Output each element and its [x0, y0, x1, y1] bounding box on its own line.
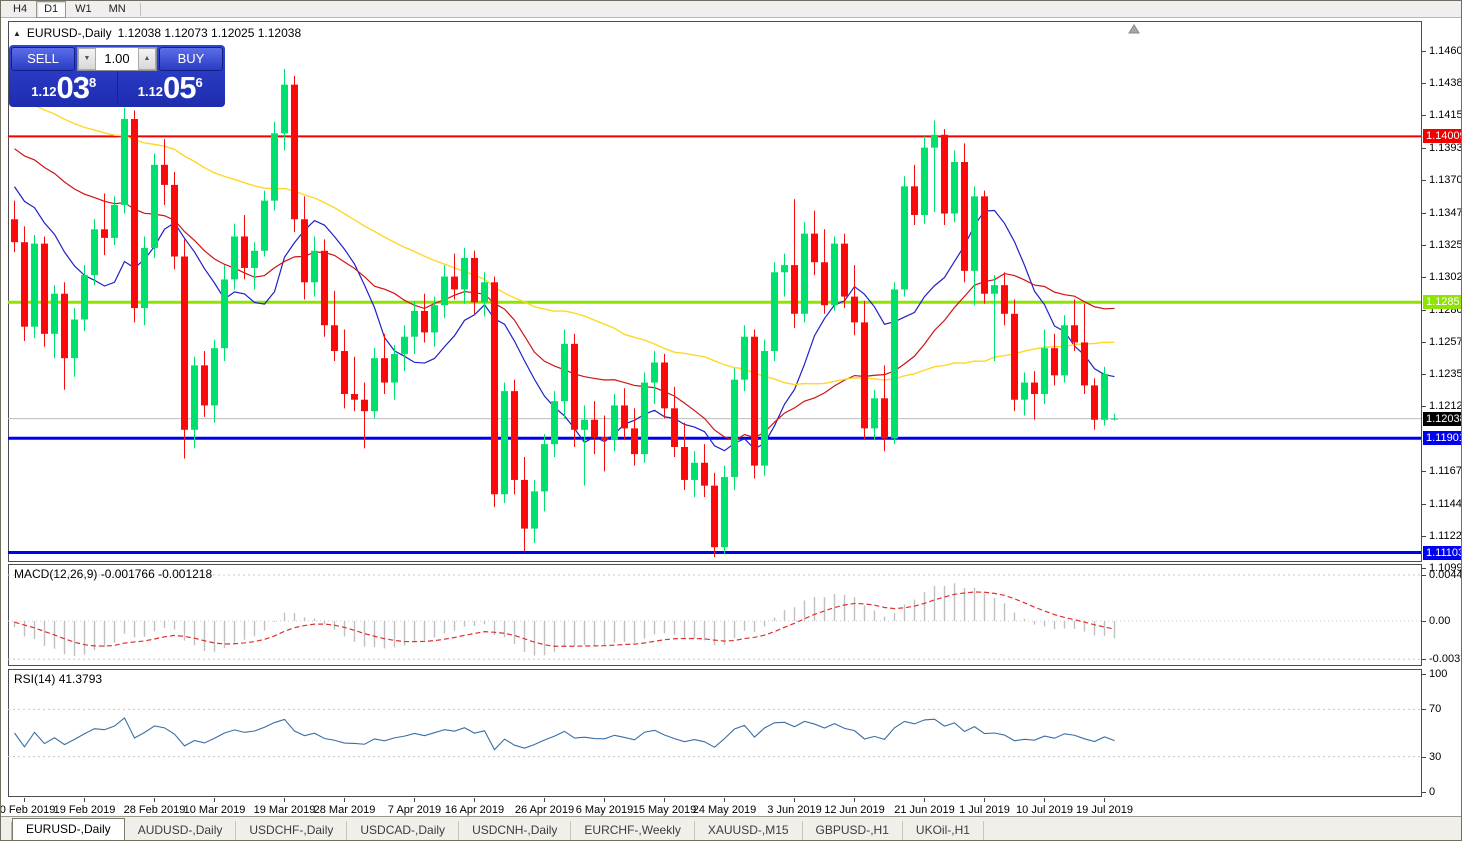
rsi-label: RSI(14) 41.3793 [14, 672, 103, 686]
timeframe-button-h4[interactable]: H4 [5, 1, 35, 18]
date-label: 19 Feb 2019 [53, 804, 116, 816]
date-label: 28 Mar 2019 [313, 804, 376, 816]
timeframe-button-mn[interactable]: MN [101, 1, 134, 18]
bid-price[interactable]: 1.12 03 8 [11, 71, 118, 103]
chart-tab-xauusd-m15[interactable]: XAUUSD-,M15 [695, 821, 803, 840]
macd-main-value: -0.001766 [100, 567, 155, 581]
timeframe-button-d1[interactable]: D1 [36, 1, 67, 18]
tab-bar-stub [1, 822, 12, 840]
volume-increase-icon[interactable]: ▲ [138, 48, 156, 70]
date-label: 26 Apr 2019 [514, 804, 575, 816]
chart-client-area: ▲ EURUSD-,Daily 1.12038 1.12073 1.12025 … [0, 18, 1461, 819]
chart-tab-eurchf-weekly[interactable]: EURCHF-,Weekly [571, 821, 695, 840]
date-label: 15 May 2019 [632, 804, 697, 816]
date-label: 19 Mar 2019 [253, 804, 316, 816]
date-label: 10 Jul 2019 [1016, 804, 1073, 816]
chart-tab-bar: EURUSD-,Daily AUDUSD-,Daily USDCHF-,Daily U… [1, 816, 1461, 840]
date-label: 28 Feb 2019 [123, 804, 186, 816]
date-label: 10 Mar 2019 [183, 804, 246, 816]
volume-input[interactable]: 1.00 [96, 48, 138, 70]
chart-tab-audusd-daily[interactable]: AUDUSD-,Daily [125, 821, 237, 840]
chart-ohlc-quote: 1.12038 1.12073 1.12025 1.12038 [117, 26, 302, 40]
sell-button[interactable]: SELL [11, 47, 75, 71]
chart-tab-usdcad-daily[interactable]: USDCAD-,Daily [347, 821, 460, 840]
one-click-trading-panel: SELL ▼ 1.00 ▲ BUY 1.12 03 8 1.12 05 6 [9, 45, 225, 107]
rsi-pane[interactable] [1, 669, 1461, 797]
date-label: 12 Jun 2019 [824, 804, 885, 816]
date-label: 19 Jul 2019 [1076, 804, 1133, 816]
macd-pane[interactable] [1, 564, 1461, 666]
chart-tab-usdcnh-daily[interactable]: USDCNH-,Daily [459, 821, 572, 840]
toolbar-separator [139, 2, 141, 16]
ask-pipette: 6 [195, 75, 203, 90]
chart-title: ▲ EURUSD-,Daily 1.12038 1.12073 1.12025 … [13, 26, 301, 40]
volume-spinner: ▼ 1.00 ▲ [77, 47, 157, 71]
ask-prefix: 1.12 [137, 84, 164, 99]
one-click-collapse-icon[interactable]: ▲ [13, 29, 21, 38]
date-label: 16 Apr 2019 [444, 804, 505, 816]
chart-tab-usdchf-daily[interactable]: USDCHF-,Daily [236, 821, 348, 840]
timeframe-button-w1[interactable]: W1 [67, 1, 100, 18]
chart-tab-ukoil-h1[interactable]: UKOil-,H1 [903, 821, 984, 840]
ask-price[interactable]: 1.12 05 6 [118, 71, 224, 103]
macd-label: MACD(12,26,9) -0.001766 -0.001218 [14, 567, 213, 581]
buy-button[interactable]: BUY [159, 47, 223, 71]
date-label: 10 Feb 2019 [0, 804, 56, 816]
date-label: 7 Apr 2019 [387, 804, 442, 816]
rsi-value: 41.3793 [58, 672, 103, 686]
chart-symbol-period: EURUSD-,Daily [26, 26, 112, 40]
macd-signal-value: -0.001218 [158, 567, 213, 581]
date-label: 6 May 2019 [575, 804, 634, 816]
date-label: 24 May 2019 [692, 804, 757, 816]
bid-pipette: 8 [89, 75, 97, 90]
date-label: 3 Jun 2019 [767, 804, 822, 816]
chart-tab-gbpusd-h1[interactable]: GBPUSD-,H1 [803, 821, 903, 840]
chart-tab-eurusd-daily[interactable]: EURUSD-,Daily [12, 818, 125, 840]
bid-prefix: 1.12 [31, 84, 57, 99]
trading-terminal-window: H4 D1 W1 MN ▲ EURUSD-,Daily 1.12038 1.12… [0, 0, 1462, 841]
bid-big-figure: 03 [56, 70, 90, 105]
timeframe-toolbar: H4 D1 W1 MN [1, 1, 1461, 18]
volume-decrease-icon[interactable]: ▼ [78, 48, 96, 70]
ask-big-figure: 05 [163, 70, 196, 105]
date-label: 1 Jul 2019 [959, 804, 1010, 816]
date-label: 21 Jun 2019 [894, 804, 955, 816]
